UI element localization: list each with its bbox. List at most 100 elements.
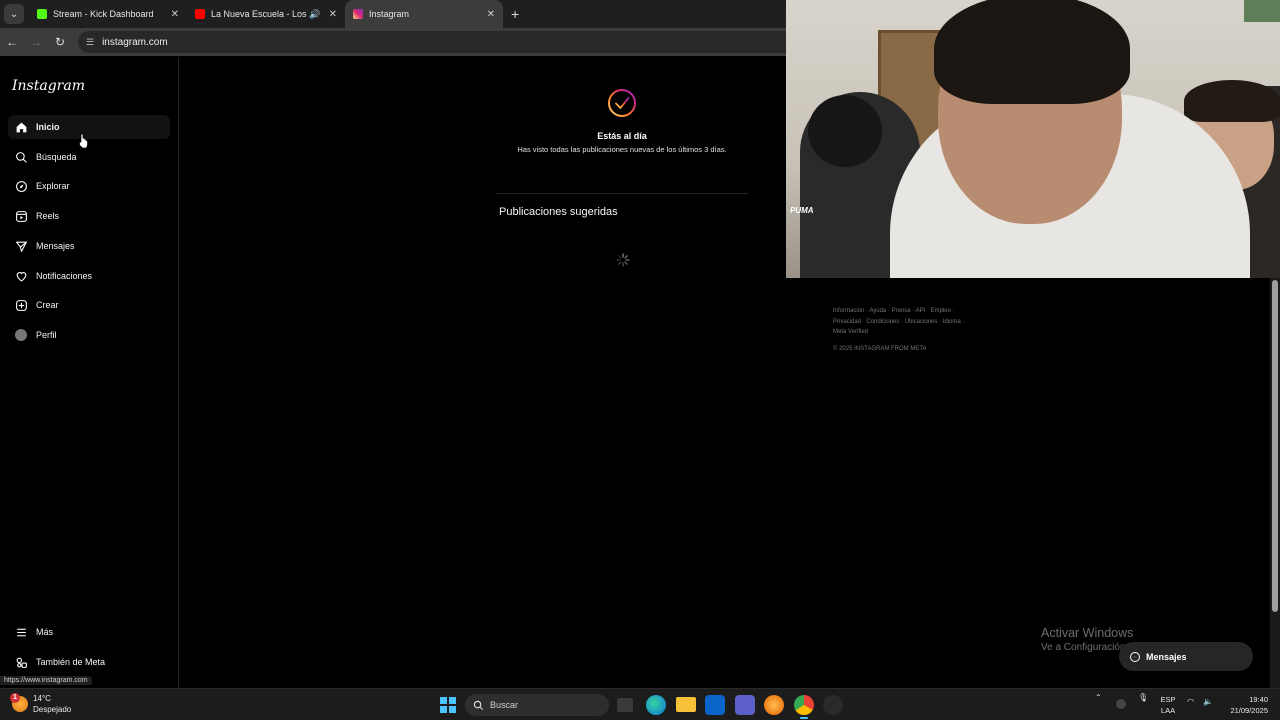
person-main-hair xyxy=(934,0,1130,104)
clock-time: 19:40 xyxy=(1249,695,1268,704)
footer-links: Información · Ayuda · Prensa · API · Emp… xyxy=(833,306,983,338)
clock-date: 21/09/2025 xyxy=(1230,706,1268,715)
close-icon[interactable]: ✕ xyxy=(171,9,179,20)
new-tab-button[interactable]: + xyxy=(511,6,519,22)
tab-instagram[interactable]: Instagram ✕ xyxy=(345,0,503,28)
person-right-hair xyxy=(1184,80,1280,122)
footer-links-line[interactable]: Meta Verified xyxy=(833,327,983,338)
speaker-icon[interactable]: 🔊 xyxy=(309,9,320,20)
tab-youtube[interactable]: La Nueva Escuela - Los May 🔊 ✕ xyxy=(187,0,345,28)
back-button[interactable]: ← xyxy=(0,35,24,49)
watermark-title: Activar Windows xyxy=(1041,626,1134,640)
volume-icon[interactable]: 🔈 xyxy=(1203,697,1213,706)
chevron-down-icon: ⌄ xyxy=(9,8,19,20)
sidebar-item-tambien-de-meta[interactable]: También de Meta xyxy=(8,650,170,674)
system-clock[interactable]: 19:40 21/09/2025 xyxy=(1222,694,1268,716)
address-bar[interactable]: ☰ instagram.com xyxy=(78,31,786,53)
sidebar-item-reels[interactable]: Reels xyxy=(8,204,170,228)
url-text: instagram.com xyxy=(102,36,168,48)
kick-icon xyxy=(37,9,47,19)
link-status-bar: https://www.instagram.com xyxy=(0,676,92,685)
close-icon[interactable]: ✕ xyxy=(487,9,495,20)
forward-button[interactable]: → xyxy=(24,35,48,49)
wall-poster xyxy=(1244,0,1280,22)
reels-icon xyxy=(14,209,28,223)
loading-spinner-icon xyxy=(616,253,630,267)
sidebar-item-label: Mensajes xyxy=(36,241,75,251)
close-icon[interactable]: ✕ xyxy=(329,9,337,20)
sidebar-item-mas[interactable]: Más xyxy=(8,620,170,644)
search-icon xyxy=(473,700,484,710)
instagram-logo[interactable]: Instagram xyxy=(12,78,85,94)
notification-badge: 1 xyxy=(10,693,20,703)
sidebar-item-busqueda[interactable]: Búsqueda xyxy=(8,145,170,169)
language-code: ESP xyxy=(1160,695,1176,704)
obs-icon[interactable] xyxy=(823,695,843,715)
messages-floating-button[interactable]: Mensajes xyxy=(1119,642,1253,671)
sidebar-item-notificaciones[interactable]: Notificaciones xyxy=(8,264,170,288)
webcam-overlay: PUMA xyxy=(786,0,1280,278)
taskbar-search[interactable]: Buscar xyxy=(465,694,609,716)
compass-icon xyxy=(14,179,28,193)
chrome-icon[interactable] xyxy=(794,695,814,719)
tab-title: La Nueva Escuela - Los May xyxy=(211,9,309,19)
home-icon xyxy=(14,120,28,134)
outlook-icon[interactable] xyxy=(705,695,725,715)
youtube-icon xyxy=(195,9,205,19)
shirt-logo: PUMA xyxy=(790,206,814,215)
sidebar-item-label: Notificaciones xyxy=(36,271,93,281)
scrollbar-thumb[interactable] xyxy=(1272,280,1278,612)
tab-title: Stream - Kick Dashboard xyxy=(53,9,154,19)
keyboard-layout: LAA xyxy=(1160,706,1176,715)
file-explorer-icon[interactable] xyxy=(676,697,696,712)
checkmark-circle-icon xyxy=(608,89,636,117)
task-view-icon[interactable] xyxy=(617,698,633,712)
avatar-icon xyxy=(14,328,28,342)
browser-tab-bar: ⌄ Stream - Kick Dashboard ✕ La Nueva Esc… xyxy=(0,0,786,28)
plus-square-icon xyxy=(14,298,28,312)
weather-description: Despejado xyxy=(33,705,72,714)
page-scrollbar[interactable] xyxy=(1270,278,1280,688)
person-left-head xyxy=(808,95,882,167)
weather-widget[interactable]: 1 14°C Despejado xyxy=(10,693,72,715)
site-info-icon[interactable]: ☰ xyxy=(86,37,94,48)
sidebar-item-label: Reels xyxy=(36,211,60,221)
firefox-icon[interactable] xyxy=(764,695,784,715)
edge-icon[interactable] xyxy=(646,695,666,715)
language-indicator[interactable]: ESP LAA xyxy=(1160,694,1176,716)
search-icon xyxy=(14,150,28,164)
sidebar-item-perfil[interactable]: Perfil xyxy=(8,323,170,347)
sidebar-item-label: También de Meta xyxy=(36,657,106,667)
chevron-up-icon[interactable]: ⌃ xyxy=(1095,693,1102,702)
instagram-icon xyxy=(353,9,363,19)
tab-title: Instagram xyxy=(369,9,410,19)
tab-kick-dashboard[interactable]: Stream - Kick Dashboard ✕ xyxy=(29,0,187,28)
sidebar-item-label: Más xyxy=(36,627,54,637)
sidebar-item-explorar[interactable]: Explorar xyxy=(8,174,170,198)
instagram-feed: Estás al día Has visto todas las publica… xyxy=(180,58,786,688)
sidebar-item-label: Crear xyxy=(36,300,59,310)
sidebar-item-mensajes[interactable]: Mensajes xyxy=(8,234,170,258)
caught-up-subtitle: Has visto todas las publicaciones nuevas… xyxy=(517,145,727,154)
reload-button[interactable]: ↻ xyxy=(48,35,72,49)
teams-icon[interactable] xyxy=(735,695,755,715)
windows-taskbar: 1 14°C Despejado Buscar ⌃ 🎙 ESP LAA ◠ 🔈 … xyxy=(0,688,1280,720)
messenger-icon xyxy=(1130,651,1140,662)
tab-search-button[interactable]: ⌄ xyxy=(4,4,24,24)
instagram-sidebar: Instagram Inicio Búsqueda Explorar Reels… xyxy=(0,58,179,688)
weather-sun-icon: 1 xyxy=(10,693,28,712)
microphone-icon[interactable]: 🎙 xyxy=(1138,693,1148,702)
sidebar-item-inicio[interactable]: Inicio xyxy=(8,115,170,139)
footer-links-line[interactable]: Información · Ayuda · Prensa · API · Emp… xyxy=(833,306,983,317)
wifi-icon[interactable]: ◠ xyxy=(1187,697,1194,706)
sidebar-item-crear[interactable]: Crear xyxy=(8,293,170,317)
footer-links-line[interactable]: Privacidad · Condiciones · Ubicaciones ·… xyxy=(833,317,983,328)
menu-icon xyxy=(14,625,28,639)
tray-app-icon[interactable] xyxy=(1116,699,1126,709)
sidebar-item-label: Búsqueda xyxy=(36,152,77,162)
caught-up-title: Estás al día xyxy=(597,131,647,141)
search-placeholder: Buscar xyxy=(490,700,519,710)
suggested-posts-header: Publicaciones sugeridas xyxy=(499,206,618,218)
start-button[interactable] xyxy=(440,697,456,713)
browser-toolbar: ← → ↻ ☰ instagram.com xyxy=(0,28,786,56)
